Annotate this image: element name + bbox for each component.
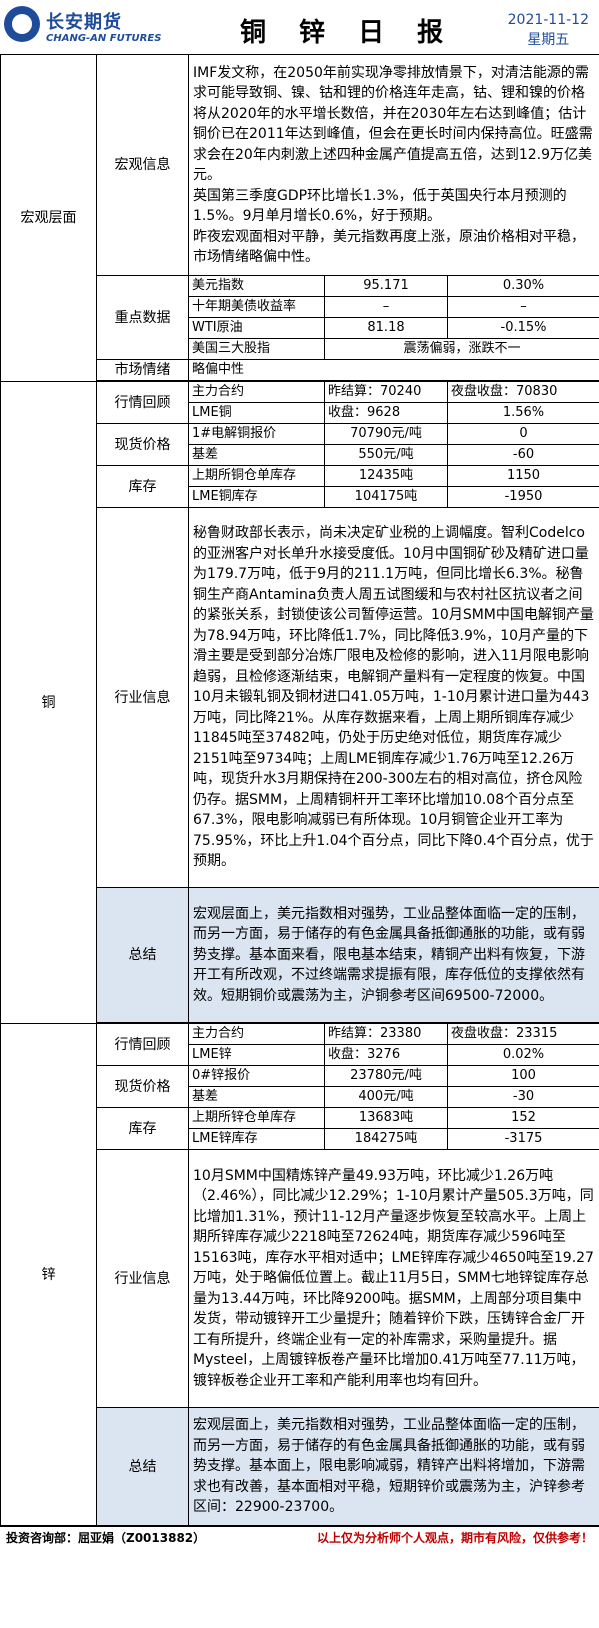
key-name-wti: WTI原油 — [188, 317, 325, 339]
copper-industry-label: 行业信息 — [96, 507, 189, 888]
copper-spot-label: 现货价格 — [96, 423, 189, 466]
zinc-summary-text: 宏观层面上，美元指数相对强势，工业品整体面临一定的压制，而另一方面，易于储存的有… — [187, 1407, 599, 1526]
key-change-usd: 0.30% — [446, 275, 599, 297]
copper-main-contract: 主力合约 — [188, 381, 325, 403]
macro-info-label: 宏观信息 — [96, 54, 189, 276]
zinc-lme-name: LME锌 — [188, 1044, 325, 1066]
zinc-main-night: 夜盘收盘：23315 — [446, 1023, 599, 1045]
copper-inv-label: 库存 — [96, 465, 189, 508]
copper-shfe-inv-value: 12435吨 — [324, 465, 448, 487]
zinc-basis-change: -30 — [446, 1086, 599, 1108]
zinc-shfe-inv-change: 152 — [446, 1107, 599, 1129]
company-logo-icon — [4, 6, 40, 42]
zinc-spot-value: 23780元/吨 — [324, 1065, 448, 1087]
macro-category: 宏观层面 — [0, 54, 97, 382]
zinc-spot-label: 现货价格 — [96, 1065, 189, 1108]
zinc-shfe-inv-value: 13683吨 — [324, 1107, 448, 1129]
company-name-en: CHANG-AN FUTURES — [46, 33, 162, 44]
zinc-category: 锌 — [0, 1023, 97, 1526]
macro-info-p1: IMF发文称，在2050年前实现净零排放情景下，对清洁能源的需求可能导致铜、镍、… — [193, 64, 593, 184]
zinc-main-contract: 主力合约 — [188, 1023, 325, 1045]
copper-spot-name: 1#电解铜报价 — [188, 423, 325, 445]
copper-lme-inv-change: -1950 — [446, 486, 599, 508]
report-table: 宏观层面 宏观信息 IMF发文称，在2050年前实现净零排放情景下，对清洁能源的… — [0, 54, 599, 1526]
key-name-stocks: 美国三大股指 — [188, 338, 325, 360]
report-date: 2021-11-12 星期五 — [508, 10, 589, 50]
copper-basis-name: 基差 — [188, 444, 325, 466]
zinc-summary-label: 总结 — [96, 1407, 189, 1526]
copper-lme-inv-value: 104175吨 — [324, 486, 448, 508]
copper-category: 铜 — [0, 381, 97, 1024]
copper-shfe-inv-change: 1150 — [446, 465, 599, 487]
key-value-wti: 81.18 — [324, 317, 448, 339]
copper-lme-close: 收盘：9628 — [324, 402, 448, 424]
report-header: 长安期货 CHANG-AN FUTURES 铜 锌 日 报 2021-11-12… — [0, 0, 599, 54]
macro-info-p3: 昨夜宏观面相对平静，美元指数再度上涨，原油价格相对平稳，市场情绪略偏中性。 — [193, 228, 585, 266]
sentiment-value: 略偏中性 — [187, 359, 599, 381]
copper-spot-change: 0 — [446, 423, 599, 445]
zinc-lme-inv-name: LME锌库存 — [188, 1128, 325, 1150]
zinc-industry-text: 10月SMM中国精炼锌产量49.93万吨，环比减少1.26万吨（2.46%），同… — [187, 1149, 599, 1408]
copper-basis-value: 550元/吨 — [324, 444, 448, 466]
date-text: 2021-11-12 — [507, 12, 589, 28]
macro-info-p2: 英国第三季度GDP环比增长1.3%，低于英国央行本月预测的1.5%。9月单月增长… — [193, 187, 567, 225]
copper-lme-change: 1.56% — [446, 402, 599, 424]
macro-info-text: IMF发文称，在2050年前实现净零排放情景下，对清洁能源的需求可能导致铜、镍、… — [187, 54, 599, 276]
copper-lme-inv-name: LME铜库存 — [188, 486, 325, 508]
key-value-ust: – — [324, 296, 448, 318]
copper-summary-text: 宏观层面上，美元指数相对强势，工业品整体面临一定的压制，而另一方面，易于储存的有… — [187, 887, 599, 1023]
zinc-main-settle: 昨结算：23380 — [324, 1023, 448, 1045]
key-value-stocks: 震荡偏弱，涨跌不一 — [323, 338, 599, 360]
key-name-usd: 美元指数 — [188, 275, 325, 297]
zinc-basis-value: 400元/吨 — [324, 1086, 448, 1108]
copper-industry-text: 秘鲁财政部长表示，尚未决定矿业税的上调幅度。智利Codelco的亚洲客户对长单升… — [187, 507, 599, 888]
report-footer: 投资咨询部：屈亚娟（Z0013882） 以上仅为分析师个人观点，期市有风险，仅供… — [0, 1526, 599, 1547]
copper-main-settle: 昨结算：70240 — [324, 381, 448, 403]
copper-basis-change: -60 — [446, 444, 599, 466]
zinc-lme-inv-value: 184275吨 — [324, 1128, 448, 1150]
copper-lme-name: LME铜 — [188, 402, 325, 424]
zinc-quote-label: 行情回顾 — [96, 1023, 189, 1066]
key-change-wti: -0.15% — [446, 317, 599, 339]
risk-disclaimer: 以上仅为分析师个人观点，期市有风险，仅供参考！ — [316, 1531, 593, 1545]
key-data-label: 重点数据 — [96, 275, 189, 360]
zinc-lme-change: 0.02% — [446, 1044, 599, 1066]
copper-quote-label: 行情回顾 — [96, 381, 189, 424]
zinc-lme-inv-change: -3175 — [446, 1128, 599, 1150]
key-name-ust: 十年期美债收益率 — [188, 296, 325, 318]
zinc-spot-name: 0#锌报价 — [188, 1065, 325, 1087]
zinc-shfe-inv-name: 上期所锌仓单库存 — [188, 1107, 325, 1129]
report-title: 铜 锌 日 报 — [240, 18, 456, 48]
zinc-inv-label: 库存 — [96, 1107, 189, 1150]
company-name-cn: 长安期货 — [46, 12, 122, 33]
zinc-lme-close: 收盘：3276 — [324, 1044, 448, 1066]
zinc-basis-name: 基差 — [188, 1086, 325, 1108]
copper-spot-value: 70790元/吨 — [324, 423, 448, 445]
copper-shfe-inv-name: 上期所铜仓单库存 — [188, 465, 325, 487]
key-value-usd: 95.171 — [324, 275, 448, 297]
zinc-industry-label: 行业信息 — [96, 1149, 189, 1408]
sentiment-label: 市场情绪 — [96, 359, 189, 381]
consultant-info: 投资咨询部：屈亚娟（Z0013882） — [6, 1531, 206, 1545]
copper-summary-label: 总结 — [96, 887, 189, 1023]
copper-main-night: 夜盘收盘：70830 — [446, 381, 599, 403]
key-change-ust: – — [446, 296, 599, 318]
weekday-text: 星期五 — [527, 32, 570, 48]
zinc-spot-change: 100 — [446, 1065, 599, 1087]
